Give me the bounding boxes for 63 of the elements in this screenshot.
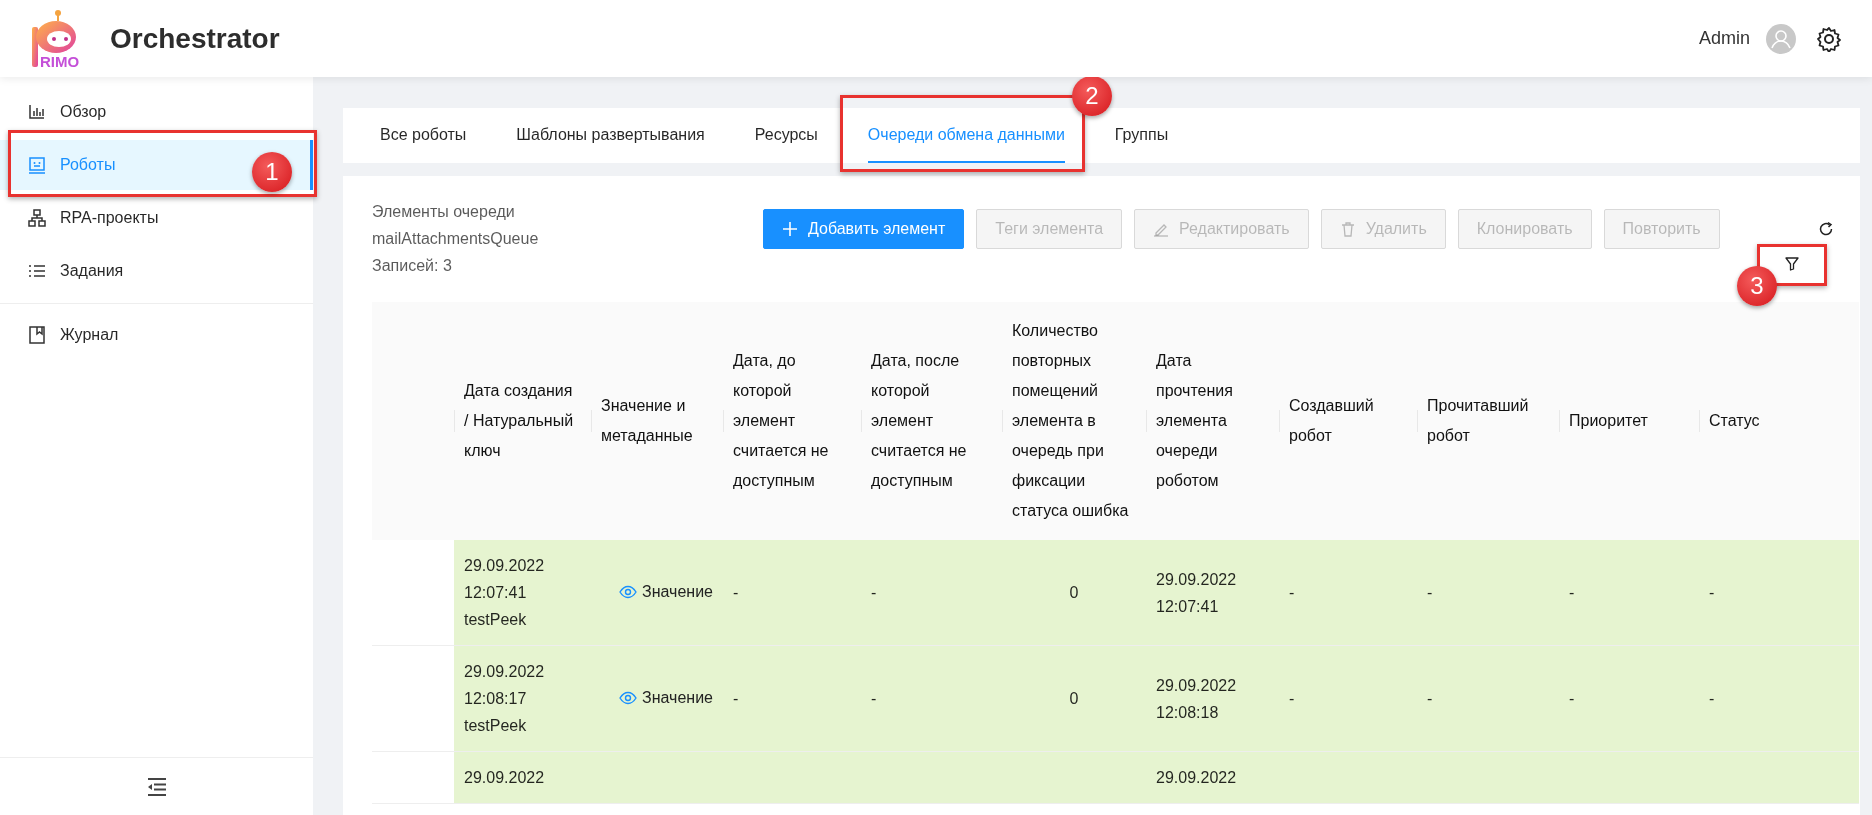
column-header: Прочитавший робот — [1417, 302, 1559, 540]
hierarchy-icon — [28, 209, 46, 227]
bar-chart-icon — [28, 103, 46, 121]
value-link[interactable]: Значение — [619, 684, 713, 712]
sidebar-item[interactable]: Задания — [0, 246, 313, 296]
collapse-menu-icon[interactable] — [146, 777, 167, 796]
table-cell-text: 0 — [1068, 689, 1080, 709]
record-count: Записей: 3 — [372, 256, 452, 276]
table-cell-text: - — [1289, 689, 1296, 709]
robot-face-icon — [28, 156, 46, 174]
table-cell-text: - — [1427, 689, 1434, 709]
column-header: Дата создания / Натуральный ключ — [454, 302, 591, 540]
user-name: Admin — [1698, 27, 1750, 50]
table-cell-text: - — [871, 583, 878, 603]
plus-icon — [782, 221, 798, 237]
column-header: Значение и метаданные — [591, 302, 723, 540]
value-link[interactable]: Значение — [619, 578, 713, 606]
tab[interactable]: Ресурсы — [754, 108, 818, 163]
table-cell-text: 29.09.2022 12:07:41 — [1156, 569, 1238, 617]
callout-badge: 2 — [1071, 77, 1112, 116]
sidebar-item[interactable]: Журнал — [0, 310, 313, 360]
queue-caption: Элементы очереди — [372, 202, 515, 222]
refresh-button[interactable] — [1818, 221, 1834, 237]
table-cell-text: - — [1427, 583, 1434, 603]
sidebar-item[interactable]: RPA-проекты — [0, 193, 313, 243]
column-header: Приоритет — [1559, 302, 1699, 540]
logo-drawing: RIMO — [28, 8, 88, 69]
list-icon — [28, 262, 46, 280]
table-cell-text: - — [733, 583, 740, 603]
avatar-icon — [1766, 23, 1796, 54]
table-cell-text: - — [1709, 583, 1716, 603]
tab[interactable]: Группы — [1114, 108, 1169, 163]
table-cell-text: - — [1289, 583, 1296, 603]
table-cell-text: - — [733, 689, 740, 709]
book-icon — [28, 326, 46, 344]
sidebar-item[interactable]: Обзор — [0, 87, 313, 137]
tab[interactable]: Все роботы — [380, 108, 467, 163]
table-cell-text: - — [871, 689, 878, 709]
table-cell-text: 29.09.2022 12:08:18 — [1156, 675, 1238, 723]
table-cell-text: - — [1569, 583, 1576, 603]
column-header: Дата, до которой элемент считается не доступным — [723, 302, 861, 540]
eye-icon — [619, 584, 638, 599]
eye-icon — [619, 690, 638, 705]
filter-icon — [1785, 257, 1799, 271]
column-header: Создавший робот — [1279, 302, 1417, 540]
callout-badge: 3 — [1737, 266, 1777, 306]
table-cell-text: 29.09.2022 — [1156, 768, 1238, 788]
settings-icon — [1816, 25, 1842, 52]
tab[interactable]: Шаблоны развертывания — [516, 108, 705, 163]
app-title: Orchestrator — [110, 21, 280, 56]
refresh-icon — [1818, 221, 1834, 237]
natural-key: testPeek — [464, 712, 581, 739]
column-header: Количество повторных помещений элемента в очередь при фиксации статуса ошибка — [1002, 302, 1146, 540]
queue-name: mailAttachmentsQueue — [372, 229, 539, 249]
natural-key: testPeek — [464, 606, 581, 633]
created-date: 29.09.2022 — [464, 768, 544, 788]
table-cell-text: - — [1569, 689, 1576, 709]
table-cell-text: 0 — [1068, 583, 1080, 603]
table-cell-text: - — [1709, 689, 1716, 709]
column-header: Статус — [1699, 302, 1859, 540]
trash-icon — [1339, 221, 1356, 237]
column-header: Дата, после которой элемент считается не доступным — [861, 302, 1002, 540]
column-header: Дата прочтения элемента очереди роботом — [1146, 302, 1279, 540]
